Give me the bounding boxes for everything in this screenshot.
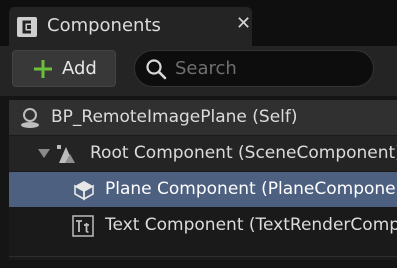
tab-title: Components	[47, 15, 161, 36]
components-panel-icon	[17, 17, 37, 37]
tree-item-label: Plane Component (PlaneComponent)	[105, 179, 397, 199]
divider	[9, 256, 397, 257]
text-render-icon	[72, 215, 94, 237]
tree-item-root-component[interactable]: Root Component (SceneComponent)	[9, 136, 397, 171]
close-icon[interactable]: ✕	[236, 13, 251, 35]
tree-item-label: Root Component (SceneComponent)	[90, 143, 397, 163]
add-button[interactable]: Add	[12, 50, 116, 87]
tree-item-self[interactable]: BP_RemoteImagePlane (Self)	[9, 100, 397, 135]
plus-icon	[34, 60, 52, 78]
tab-bar: Components ✕	[0, 0, 397, 46]
toolbar: Add	[0, 46, 397, 96]
add-button-label: Add	[62, 58, 97, 79]
scene-component-icon	[57, 145, 75, 163]
tree-item-plane-component[interactable]: Plane Component (PlaneComponent)	[9, 172, 397, 207]
tab-components[interactable]: Components ✕	[9, 7, 252, 46]
components-panel: Components ✕ Add BP_RemoteIm	[0, 0, 397, 268]
tree-item-text-component[interactable]: Text Component (TextRenderComponent)	[9, 208, 397, 243]
static-mesh-cube-icon	[74, 181, 94, 201]
actor-self-icon	[21, 108, 39, 128]
chevron-down-icon[interactable]	[38, 149, 50, 159]
tree-item-label: BP_RemoteImagePlane (Self)	[51, 107, 298, 127]
component-tree: BP_RemoteImagePlane (Self) Root Componen…	[9, 100, 397, 260]
tree-item-label: Text Component (TextRenderComponent)	[105, 215, 397, 235]
search-input[interactable]	[175, 55, 355, 81]
search-box[interactable]	[134, 50, 374, 87]
search-icon	[146, 59, 167, 80]
